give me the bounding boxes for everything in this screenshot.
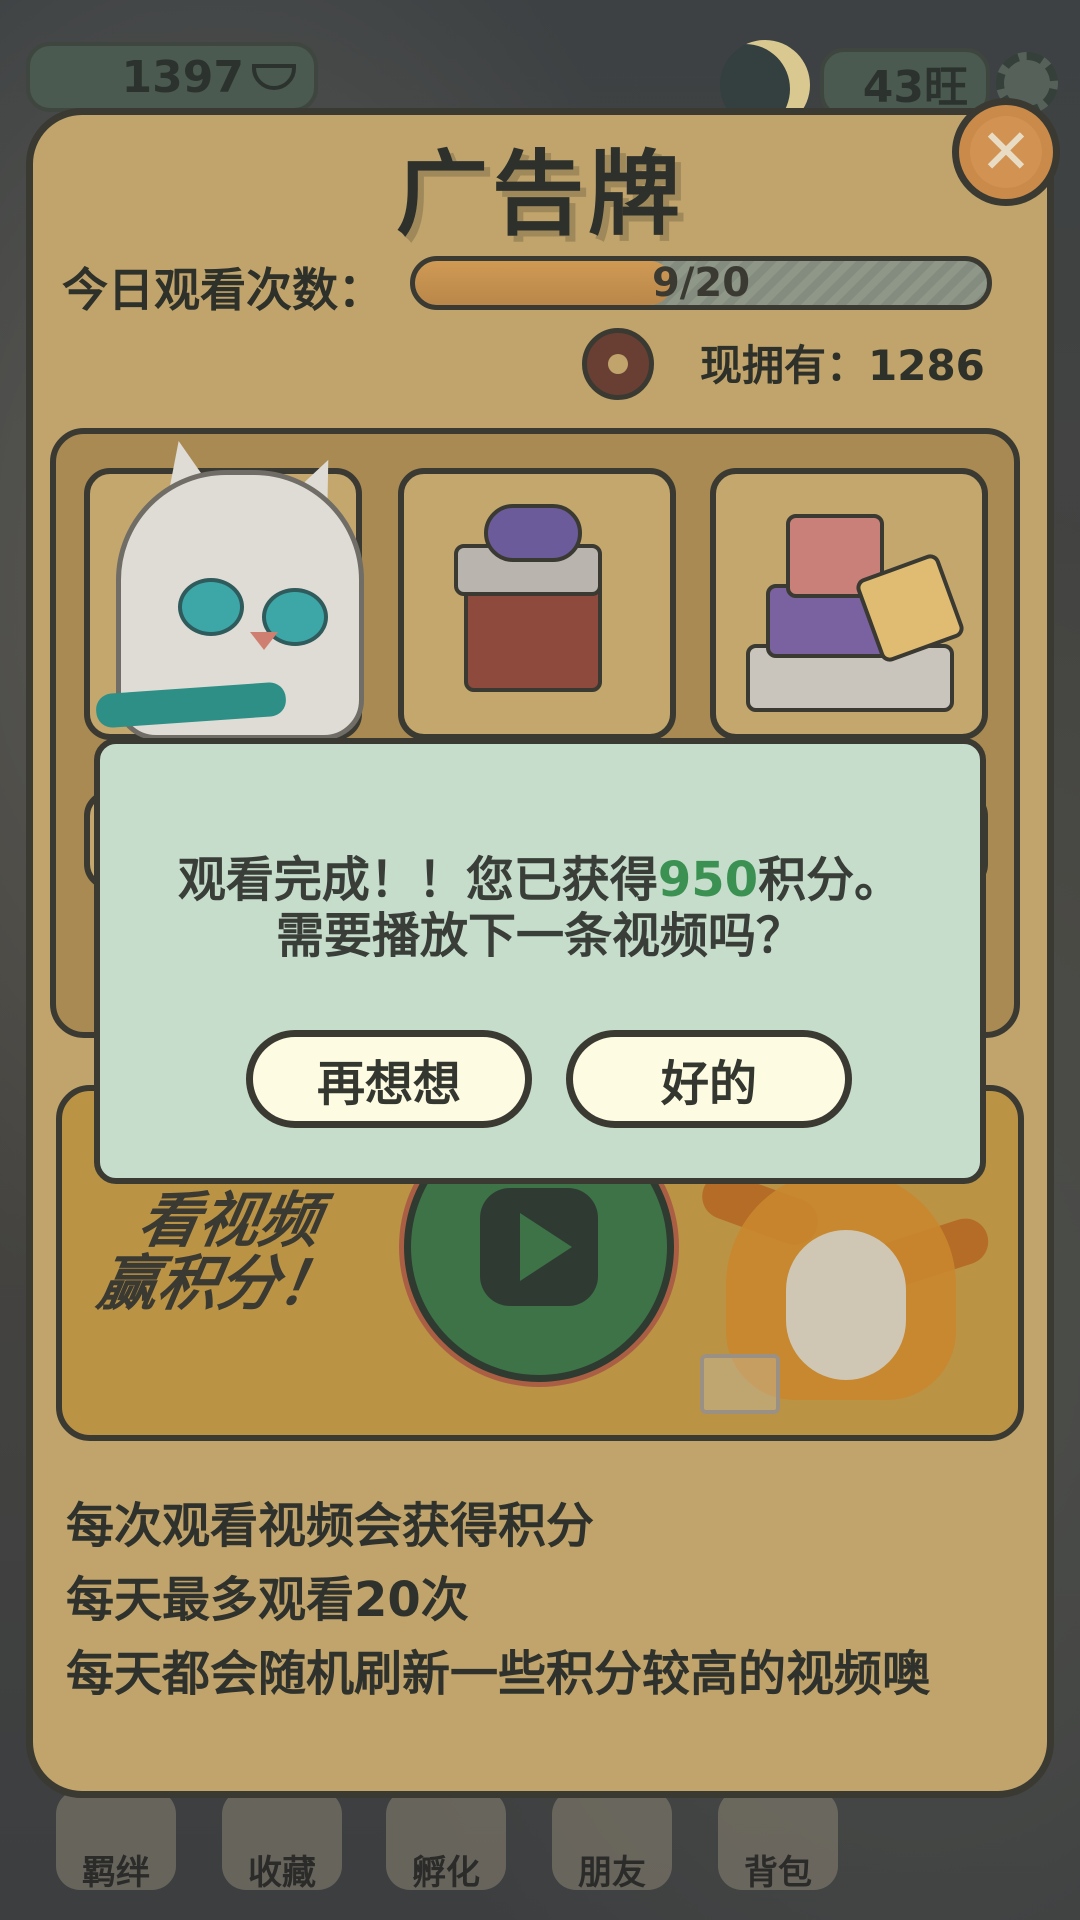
coin-count: 1397 <box>121 51 244 103</box>
glass-icon <box>700 1354 780 1414</box>
video-card-2[interactable] <box>398 468 676 740</box>
play-icon <box>480 1188 598 1306</box>
video-card-3[interactable] <box>710 468 988 740</box>
watch-progress-bar: 9/20 <box>410 256 992 310</box>
owned-points: 现拥有：1286 <box>700 341 985 390</box>
close-icon: ✕ <box>970 116 1042 188</box>
dialog-message-line-2: 需要播放下一条视频吗？ <box>275 908 804 964</box>
panel-title: 广告牌 <box>395 141 684 248</box>
ingot-icon <box>252 64 296 90</box>
cat-eye-left <box>178 578 244 636</box>
play-slogan-line-2: 赢积分！ <box>92 1249 345 1319</box>
dialog-cancel-button[interactable]: 再想想 <box>246 1030 532 1128</box>
donut-icon <box>582 328 654 400</box>
coin-counter: 1397 <box>26 42 318 112</box>
dog-face <box>786 1230 906 1380</box>
play-slogan: 看视频 赢积分！ <box>83 1186 365 1319</box>
cat-nose <box>250 632 278 650</box>
watch-count-label: 今日观看次数： <box>62 263 384 317</box>
info-line: 每天最多观看20次 <box>66 1572 469 1628</box>
info-line: 每天都会随机刷新一些积分较高的视频噢 <box>66 1646 931 1702</box>
close-button[interactable]: ✕ <box>952 98 1060 206</box>
dialog-ok-button[interactable]: 好的 <box>566 1030 852 1128</box>
info-line: 每次观看视频会获得积分 <box>66 1498 595 1554</box>
watch-progress-text: 9/20 <box>651 260 751 306</box>
play-slogan-line-1: 看视频 <box>133 1186 326 1256</box>
wang-count: 43旺 <box>862 62 968 113</box>
